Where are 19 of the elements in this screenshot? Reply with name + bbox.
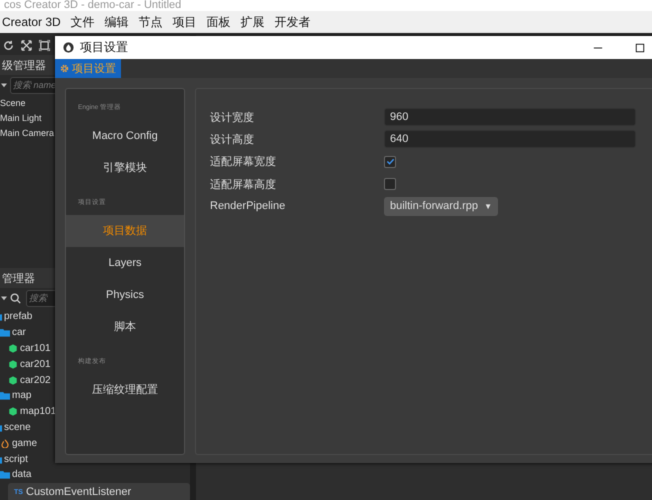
- asset-name: prefab: [4, 311, 32, 322]
- asset-name: CustomEventListener: [26, 486, 132, 498]
- setting-label: RenderPipeline: [210, 200, 286, 212]
- asset-name: game: [12, 438, 38, 449]
- setting-label: 适配屏幕高度: [210, 178, 277, 192]
- app-title: cos Creator 3D - demo-car - Untitled: [0, 0, 652, 11]
- asset-name: data: [12, 469, 32, 480]
- asset-name: scene: [4, 422, 31, 433]
- asset-name: car202: [20, 374, 51, 386]
- setting-label: 适配屏幕宽度: [210, 154, 277, 170]
- setting-label: 设计高度: [210, 132, 255, 147]
- asset-name: map: [12, 390, 32, 402]
- asset-name: map101: [20, 406, 56, 418]
- dialog-title: 项目设置: [80, 39, 128, 56]
- asset-name: car201: [20, 358, 51, 370]
- asset-name: car: [12, 327, 26, 338]
- asset-name: car101: [20, 342, 51, 354]
- asset-name: script: [4, 454, 28, 465]
- setting-label: 设计宽度: [210, 110, 255, 125]
